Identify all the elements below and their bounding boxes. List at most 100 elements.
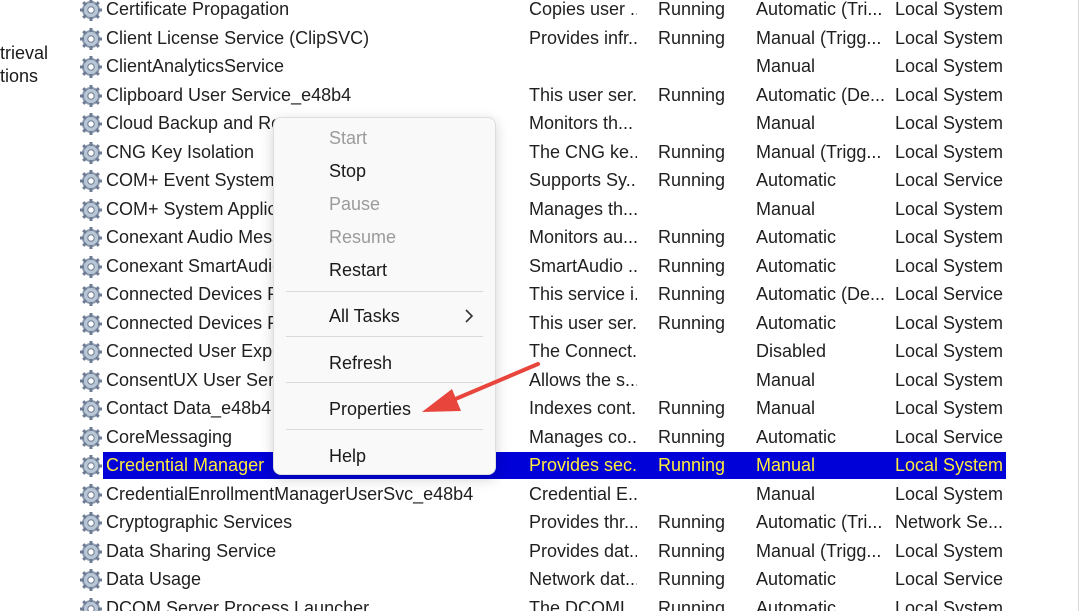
menu-item-pause[interactable]: Pause bbox=[274, 190, 495, 220]
table-row[interactable]: COM+ System Applic Manages th... Manual … bbox=[0, 195, 1086, 224]
gear-icon bbox=[80, 141, 102, 164]
service-startup-type: Manual bbox=[756, 455, 816, 475]
services-list: Certificate Propagation Copies user ... … bbox=[0, 0, 1086, 611]
service-description: Allows the s... bbox=[529, 369, 637, 390]
service-description: This user ser... bbox=[529, 84, 637, 105]
table-row[interactable]: ConsentUX User Servi Allows the s... Man… bbox=[0, 366, 1086, 395]
service-description: Monitors au... bbox=[529, 227, 637, 247]
service-log-on-as: Local System bbox=[895, 540, 1003, 561]
table-row[interactable]: Conexant Audio Mess Monitors au... Runni… bbox=[0, 223, 1086, 252]
gear-icon bbox=[80, 483, 102, 506]
service-startup-type: Manual bbox=[756, 198, 816, 219]
service-startup-type: Automatic bbox=[756, 227, 837, 247]
menu-item-restart[interactable]: Restart bbox=[274, 256, 495, 286]
service-startup-type: Disabled bbox=[756, 341, 827, 361]
table-row[interactable]: ClientAnalyticsService Manual Local Syst… bbox=[0, 52, 1086, 81]
table-row[interactable]: Contact Data_e48b4 Indexes cont... Runni… bbox=[0, 394, 1086, 423]
table-row[interactable]: Credential Manager Provides sec... Runni… bbox=[0, 451, 1086, 480]
menu-item-resume-label: Resume bbox=[329, 227, 397, 247]
gear-icon bbox=[80, 597, 102, 611]
service-log-on-as: Local System bbox=[895, 141, 1003, 162]
table-row[interactable]: CredentialEnrollmentManagerUserSvc_e48b4… bbox=[0, 480, 1086, 509]
menu-separator bbox=[286, 291, 483, 292]
menu-item-restart-label: Restart bbox=[329, 260, 388, 280]
service-startup-type: Automatic (De... bbox=[756, 84, 886, 105]
service-status: Running bbox=[658, 255, 726, 276]
gear-icon bbox=[80, 312, 102, 335]
service-description: Credential E... bbox=[529, 483, 637, 504]
menu-item-refresh-label: Refresh bbox=[329, 353, 393, 373]
service-log-on-as: Local System bbox=[895, 312, 1003, 333]
service-name: ClientAnalyticsService bbox=[106, 56, 285, 76]
gear-icon bbox=[80, 341, 102, 363]
table-row[interactable]: Data Sharing Service Provides dat... Run… bbox=[0, 537, 1086, 566]
menu-item-help-label: Help bbox=[329, 446, 367, 466]
table-row[interactable]: Clipboard User Service_e48b4 This user s… bbox=[0, 81, 1086, 110]
service-description: Monitors th... bbox=[529, 113, 634, 133]
service-log-on-as: Local System bbox=[895, 84, 1003, 105]
menu-item-all-tasks-label: All Tasks bbox=[329, 306, 400, 326]
table-row[interactable]: Cryptographic Services Provides thr... R… bbox=[0, 508, 1086, 537]
gear-icon bbox=[80, 170, 102, 192]
service-description: Manages co... bbox=[529, 426, 637, 447]
table-row[interactable]: Certificate Propagation Copies user ... … bbox=[0, 0, 1086, 24]
service-startup-type: Automatic (De... bbox=[756, 284, 886, 304]
menu-item-all-tasks[interactable]: All Tasks bbox=[274, 302, 495, 332]
table-row[interactable]: Cloud Backup and Re Monitors th... Manua… bbox=[0, 109, 1086, 138]
table-row[interactable]: Connected User Expe The Connect... Disab… bbox=[0, 337, 1086, 366]
service-status: Running bbox=[658, 455, 726, 475]
service-log-on-as: Local System bbox=[895, 483, 1003, 504]
service-description: Manages th... bbox=[529, 198, 637, 219]
menu-item-properties-label: Properties bbox=[329, 399, 412, 419]
menu-item-stop[interactable]: Stop bbox=[274, 157, 495, 187]
table-row[interactable]: Conexant SmartAudio SmartAudio ... Runni… bbox=[0, 252, 1086, 281]
service-description: Provides dat... bbox=[529, 540, 637, 561]
service-status: Running bbox=[658, 284, 726, 304]
service-description: This service i... bbox=[529, 284, 637, 304]
table-row[interactable]: CoreMessaging Manages co... Running Auto… bbox=[0, 423, 1086, 452]
service-name: Clipboard User Service_e48b4 bbox=[106, 84, 352, 105]
menu-item-help[interactable]: Help bbox=[274, 442, 495, 472]
service-log-on-as: Local System bbox=[895, 198, 1003, 219]
gear-icon bbox=[80, 227, 102, 249]
service-startup-type: Manual bbox=[756, 483, 816, 504]
service-description: Provides thr... bbox=[529, 512, 637, 532]
table-row[interactable]: CNG Key Isolation The CNG ke... Running … bbox=[0, 138, 1086, 167]
service-startup-type: Automatic (Tri... bbox=[756, 0, 883, 19]
table-row[interactable]: COM+ Event System Supports Sy... Running… bbox=[0, 166, 1086, 195]
service-startup-type: Manual bbox=[756, 113, 816, 133]
menu-item-refresh[interactable]: Refresh bbox=[274, 349, 495, 379]
menu-item-resume[interactable]: Resume bbox=[274, 223, 495, 253]
service-description: The DCOML... bbox=[529, 597, 637, 611]
table-row[interactable]: DCOM Server Process Launcher The DCOML..… bbox=[0, 594, 1086, 611]
service-status: Running bbox=[658, 569, 726, 589]
menu-item-properties[interactable]: Properties bbox=[274, 395, 495, 425]
service-startup-type: Automatic bbox=[756, 312, 837, 333]
service-name: Certificate Propagation bbox=[106, 0, 290, 19]
service-startup-type: Automatic (Tri... bbox=[756, 512, 883, 532]
service-description: Provides infr... bbox=[529, 27, 637, 48]
gear-icon bbox=[80, 284, 102, 306]
service-description: Supports Sy... bbox=[529, 170, 637, 190]
gear-icon bbox=[80, 198, 102, 221]
table-row[interactable]: Connected Devices Pl This user ser... Ru… bbox=[0, 309, 1086, 338]
table-row[interactable]: Client License Service (ClipSVC) Provide… bbox=[0, 24, 1086, 53]
gear-icon bbox=[80, 569, 102, 591]
service-status: Running bbox=[658, 540, 726, 561]
gear-icon bbox=[80, 426, 102, 449]
service-status: Running bbox=[658, 141, 726, 162]
service-log-on-as: Local System bbox=[895, 255, 1003, 276]
service-startup-type: Manual (Trigg... bbox=[756, 540, 882, 561]
gear-icon bbox=[80, 0, 102, 21]
service-status: Running bbox=[658, 227, 726, 247]
service-description: Network dat... bbox=[529, 569, 637, 589]
table-row[interactable]: Data Usage Network dat... Running Automa… bbox=[0, 565, 1086, 594]
service-log-on-as: Local System bbox=[895, 597, 1003, 611]
menu-item-start[interactable]: Start bbox=[274, 124, 495, 154]
service-description: SmartAudio ... bbox=[529, 255, 637, 276]
service-startup-type: Automatic bbox=[756, 255, 837, 276]
service-name: Data Sharing Service bbox=[106, 540, 277, 561]
gear-icon bbox=[80, 398, 102, 420]
table-row[interactable]: Connected Devices Pl This service i... R… bbox=[0, 280, 1086, 309]
gear-icon bbox=[80, 455, 102, 477]
